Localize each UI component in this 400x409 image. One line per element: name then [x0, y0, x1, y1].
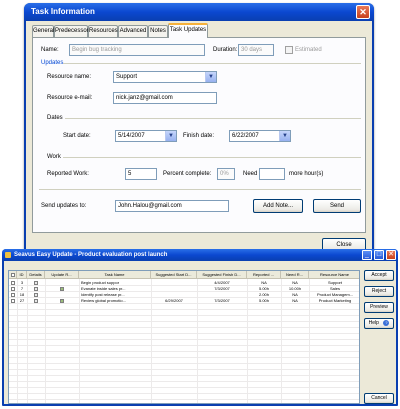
start-date-label: Start date:	[63, 133, 91, 139]
more-hours-label: more hour(s)	[289, 171, 324, 177]
tab-predecessors[interactable]: Predecessors	[54, 25, 92, 37]
send-updates-label: Send updates to:	[41, 203, 87, 209]
start-date-value: 5/14/2007	[118, 133, 145, 139]
updates-divider	[63, 63, 361, 64]
col-start[interactable]: Suggested Start D...	[151, 271, 197, 279]
tab-general[interactable]: General	[32, 25, 54, 37]
cancel-button[interactable]: Cancel	[364, 393, 394, 404]
grid-header: ID Details Update R... Task Name Suggest…	[9, 271, 359, 279]
work-divider	[63, 157, 361, 158]
resource-email-field[interactable]: nick.janz@gmail.com	[113, 92, 217, 104]
task-information-dialog: Task Information ✕ General Predecessors …	[24, 3, 374, 261]
select-all-header[interactable]	[9, 271, 17, 279]
name-label: Name:	[41, 47, 59, 53]
select-all-checkbox[interactable]	[10, 272, 15, 277]
add-note-button[interactable]: Add Note...	[253, 199, 303, 213]
help-icon: ?	[383, 319, 390, 326]
maximize-icon[interactable]: □	[374, 250, 384, 260]
column-gridline	[151, 279, 152, 403]
send-divider	[39, 189, 361, 190]
col-finish[interactable]: Suggested Finish D...	[197, 271, 247, 279]
name-field[interactable]: Begin bug tracking	[69, 44, 205, 56]
app-icon	[5, 252, 11, 258]
duration-field[interactable]: 30 days	[238, 44, 274, 56]
column-gridline	[27, 279, 28, 403]
col-id[interactable]: ID	[17, 271, 27, 279]
send-updates-email-field[interactable]: John.Halou@gmail.com	[115, 200, 229, 212]
dialog-body: General Predecessors Resources Advanced …	[26, 21, 372, 259]
tab-advanced[interactable]: Advanced	[118, 25, 148, 37]
chevron-down-icon: ▼	[165, 131, 176, 141]
resource-name-label: Resource name:	[47, 74, 92, 80]
dialog-title: Task Information	[24, 3, 374, 21]
reject-button[interactable]: Reject	[364, 286, 394, 297]
easy-update-window: Seavus Easy Update - Product evaluation …	[2, 249, 398, 406]
duration-label: Duration:	[213, 47, 238, 53]
percent-complete-field[interactable]: 0%	[217, 168, 235, 180]
reported-work-label: Reported Work:	[47, 171, 89, 177]
work-section-label: Work	[47, 154, 61, 160]
close-icon[interactable]: ✕	[356, 5, 370, 19]
column-gridline	[197, 279, 198, 403]
col-reported[interactable]: Reported ...	[247, 271, 281, 279]
updates-section-label: Updates	[41, 60, 64, 66]
accept-button[interactable]: Accept	[364, 270, 394, 281]
task-updates-panel: Name: Begin bug tracking Duration: 30 da…	[32, 37, 366, 233]
chevron-down-icon: ▼	[279, 131, 290, 141]
column-gridline	[45, 279, 46, 403]
tab-resources[interactable]: Resources	[88, 25, 118, 37]
col-details[interactable]: Details	[27, 271, 45, 279]
col-resource[interactable]: Resource Name	[309, 271, 359, 279]
finish-date-label: Finish date:	[183, 133, 215, 139]
minimize-icon[interactable]: _	[362, 250, 372, 260]
window-body: ID Details Update R... Task Name Suggest…	[4, 261, 396, 404]
tab-notes[interactable]: Notes	[148, 25, 168, 37]
row-gridline	[9, 399, 359, 400]
tab-task-updates[interactable]: Task Updates	[168, 23, 208, 38]
finish-date-picker[interactable]: 6/22/2007 ▼	[229, 130, 291, 142]
col-update[interactable]: Update R...	[45, 271, 79, 279]
finish-date-value: 6/22/2007	[232, 133, 259, 139]
column-gridline	[281, 279, 282, 403]
column-gridline	[17, 279, 18, 403]
window-title: Seavus Easy Update - Product evaluation …	[2, 249, 398, 261]
send-button[interactable]: Send	[313, 199, 361, 213]
need-hours-field[interactable]	[259, 168, 285, 180]
need-label: Need	[243, 171, 258, 177]
resource-name-value: Support	[116, 74, 138, 80]
dates-section-label: Dates	[47, 115, 63, 121]
column-gridline	[247, 279, 248, 403]
reported-work-field[interactable]: 5	[125, 168, 157, 180]
estimated-checkbox[interactable]	[285, 46, 293, 54]
column-gridline	[79, 279, 80, 403]
preview-button[interactable]: Preview	[364, 302, 394, 313]
tasks-grid: ID Details Update R... Task Name Suggest…	[8, 270, 360, 404]
col-task-name[interactable]: Task Name	[79, 271, 151, 279]
close-icon[interactable]: ✕	[386, 250, 396, 260]
chevron-down-icon: ▼	[205, 72, 216, 82]
percent-complete-label: Percent complete:	[163, 171, 212, 177]
help-button[interactable]: Help ?	[364, 318, 394, 329]
estimated-label: Estimated	[295, 47, 322, 53]
resource-email-label: Resource e-mail:	[47, 95, 93, 101]
dates-divider	[65, 118, 361, 119]
help-label: Help	[368, 320, 379, 326]
resource-name-select[interactable]: Support ▼	[113, 71, 217, 83]
column-gridline	[309, 279, 310, 403]
col-need[interactable]: Need R...	[281, 271, 309, 279]
start-date-picker[interactable]: 5/14/2007 ▼	[115, 130, 177, 142]
